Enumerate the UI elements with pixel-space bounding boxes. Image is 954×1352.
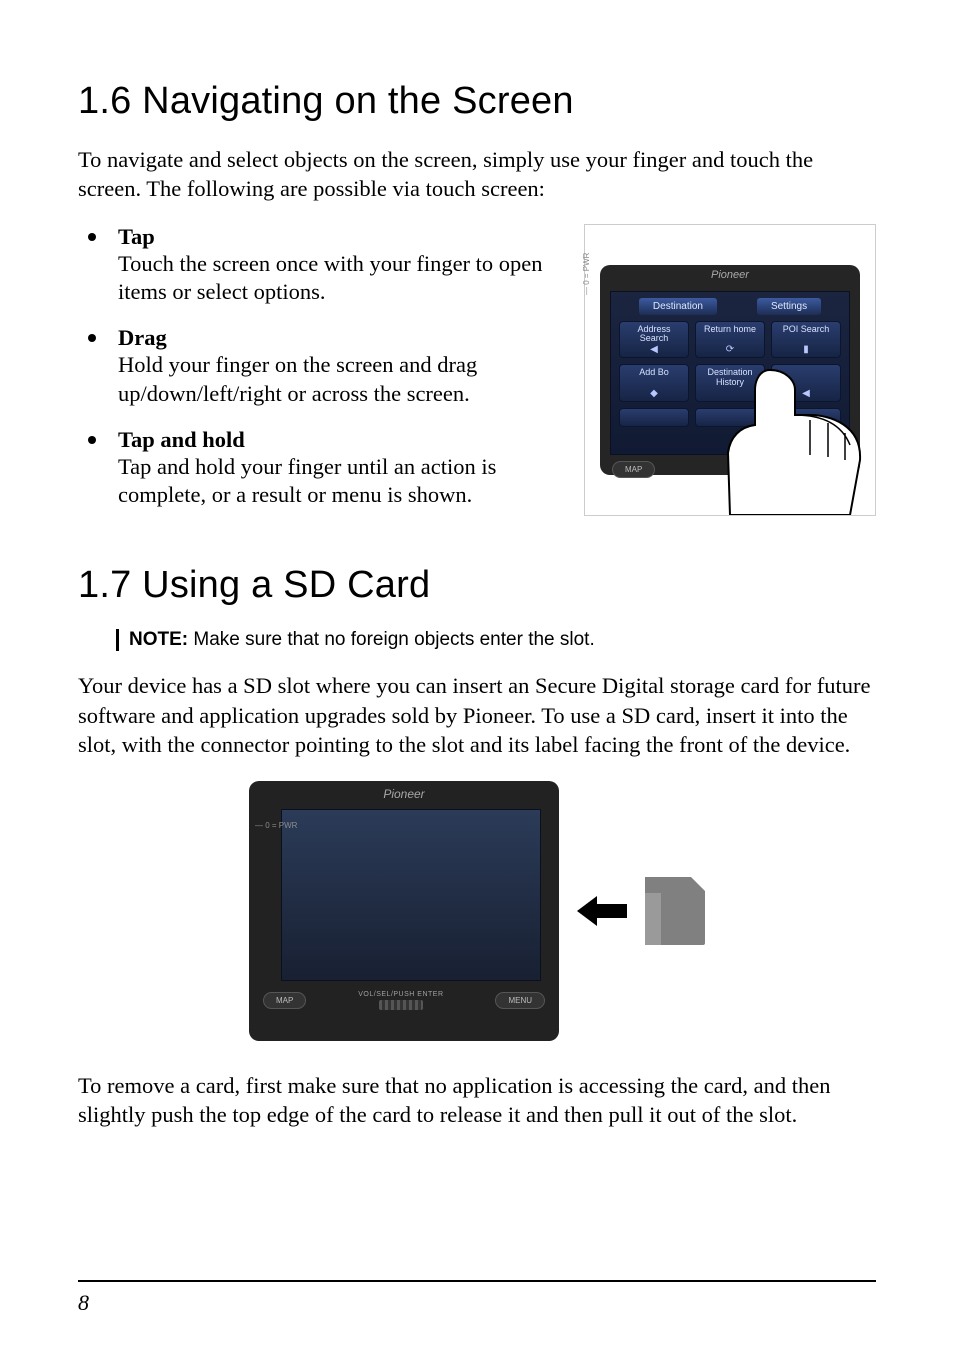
insert-arrow-icon — [577, 896, 627, 926]
screen-btn-return-home: Return home ⟳ — [695, 321, 765, 359]
screen-btn-poi-search: POI Search ▮ — [771, 321, 841, 359]
hw-center: VOL/SEL/PUSH ENTER — [314, 991, 487, 1010]
note-body: Make sure that no foreign objects enter … — [188, 629, 595, 650]
device-screen-blank — [281, 809, 541, 981]
bullet-dot-icon — [88, 436, 96, 444]
screen-btn-add-bookmark: Add Bo ◆ — [619, 364, 689, 402]
screen-btn-blank — [695, 408, 765, 427]
tab-settings: Settings — [757, 298, 821, 315]
bullet-dot-icon — [88, 334, 96, 342]
screen-btn-prev: ◀ — [771, 364, 841, 402]
page: 1.6 Navigating on the Screen To navigate… — [0, 0, 954, 1352]
device-illustration-blank: Pioneer — 0 = PWR MAP VOL/SEL/PUSH ENTER… — [249, 781, 559, 1041]
row-1-6: Tap Touch the screen once with your fing… — [78, 224, 876, 529]
btn-mini-icon: ◆ — [620, 389, 688, 400]
screen-btn-blank — [619, 408, 689, 427]
device-illustration: Pioneer — 0 = PWR Destination Settings A… — [600, 265, 860, 475]
bullet-tap-and-hold: Tap and hold Tap and hold your finger un… — [78, 427, 564, 511]
note-row: NOTE: Make sure that no foreign objects … — [116, 629, 876, 651]
btn-mini-icon: ⟳ — [696, 345, 764, 356]
btn-label: Destination History — [707, 367, 752, 386]
bullet-title: Tap and hold — [118, 427, 564, 453]
bullet-desc: Tap and hold your finger until an action… — [118, 453, 564, 511]
btn-label: Add Bo — [639, 367, 669, 377]
bullet-title: Tap — [118, 224, 564, 250]
hw-map-button: MAP — [263, 992, 306, 1009]
note-bar-icon — [116, 629, 119, 651]
bullet-desc: Hold your finger on the screen and drag … — [118, 351, 564, 409]
para-sd-remove: To remove a card, first make sure that n… — [78, 1071, 876, 1130]
screen-btn-next: ▶ — [771, 408, 841, 427]
note-label: NOTE: — [129, 629, 188, 650]
hw-menu-button: MENU — [495, 992, 545, 1009]
side-pwr-label: — 0 = PWR — [582, 252, 591, 294]
screen-btn-address-search: Address Search ◀ — [619, 321, 689, 359]
sd-card-shade — [645, 893, 661, 945]
vol-sel-label: VOL/SEL/PUSH ENTER — [314, 991, 487, 998]
screen-button-grid: Address Search ◀ Return home ⟳ POI Search ▮… — [617, 321, 843, 428]
btn-mini-icon: ◀ — [620, 345, 688, 356]
btn-label: POI Search — [783, 324, 830, 334]
bullet-drag: Drag Hold your finger on the screen and … — [78, 325, 564, 409]
hw-map-button: MAP — [612, 461, 655, 478]
para-sd-intro: Your device has a SD slot where you can … — [78, 671, 876, 759]
bullet-desc: Touch the screen once with your finger t… — [118, 250, 564, 308]
footer-rule — [78, 1280, 876, 1282]
side-pwr-label: — 0 = PWR — [255, 821, 297, 830]
device-screen: Destination Settings Address Search ◀ Ret… — [610, 291, 850, 455]
bullet-list-1-6: Tap Touch the screen once with your fing… — [78, 224, 564, 529]
heading-1-7: 1.7 Using a SD Card — [78, 564, 876, 607]
btn-mini-icon: ▶ — [772, 414, 840, 425]
figure-sd-card: Pioneer — 0 = PWR MAP VOL/SEL/PUSH ENTER… — [249, 781, 705, 1041]
hardware-button-row: MAP VOL/SEL/PUSH ENTER MENU — [249, 981, 559, 1010]
brand-label: Pioneer — [600, 265, 860, 285]
btn-mini-icon: ◀ — [772, 389, 840, 400]
screen-tabs: Destination Settings — [617, 298, 843, 315]
heading-1-6: 1.6 Navigating on the Screen — [78, 80, 876, 123]
btn-label: Address Search — [637, 324, 670, 343]
page-number: 8 — [78, 1290, 89, 1316]
btn-label: Return home — [704, 324, 756, 334]
btn-mini-icon: ▮ — [772, 345, 840, 356]
intro-1-6: To navigate and select objects on the sc… — [78, 145, 876, 204]
bullet-tap: Tap Touch the screen once with your fing… — [78, 224, 564, 308]
bullet-dot-icon — [88, 233, 96, 241]
figure-sd-wrap: Pioneer — 0 = PWR MAP VOL/SEL/PUSH ENTER… — [78, 781, 876, 1041]
hardware-button-row: MAP — [600, 455, 860, 478]
sd-card-icon — [645, 877, 705, 945]
tab-destination: Destination — [639, 298, 717, 315]
screen-btn-dest-history: Destination History — [695, 364, 765, 402]
brand-label: Pioneer — [249, 781, 559, 807]
note-text: NOTE: Make sure that no foreign objects … — [129, 629, 595, 651]
figure-touch-device: Pioneer — 0 = PWR Destination Settings A… — [584, 224, 876, 516]
vol-dial-icon — [379, 1000, 423, 1010]
bullet-title: Drag — [118, 325, 564, 351]
